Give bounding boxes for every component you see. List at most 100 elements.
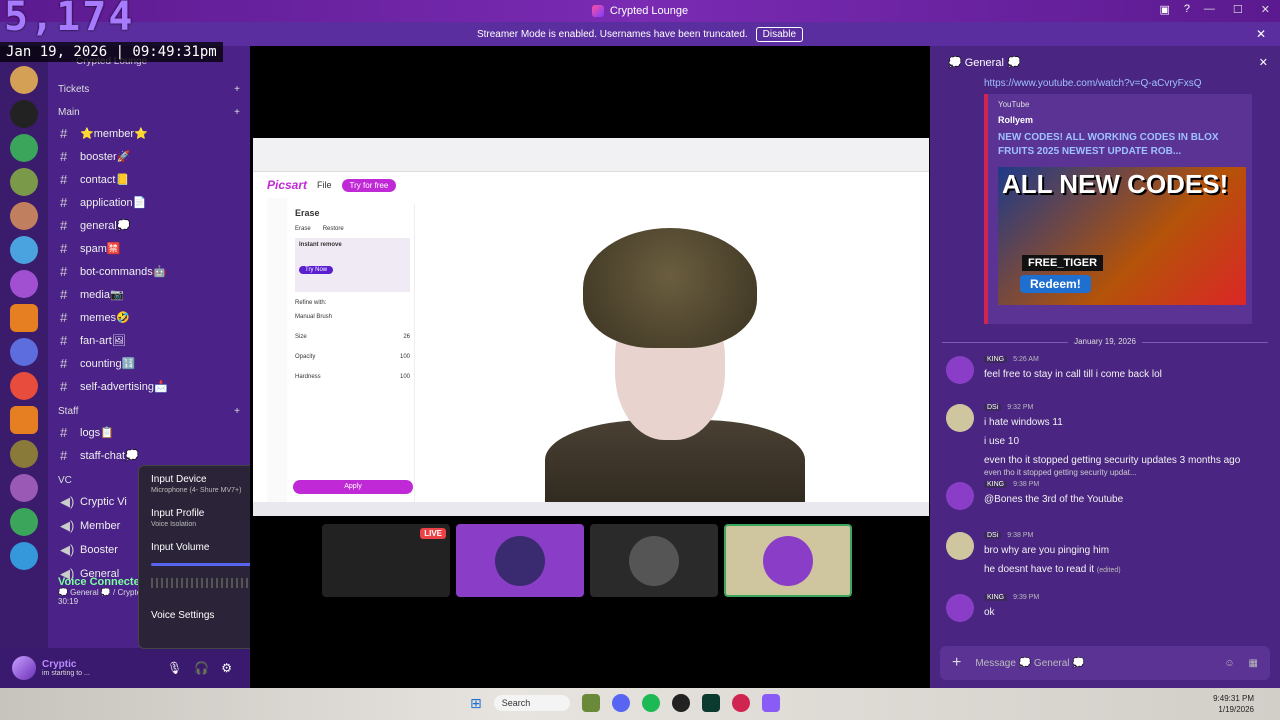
channel-item[interactable]: # logs📋: [48, 421, 250, 444]
message-text: he doesnt have to read it (edited): [984, 562, 1274, 578]
apply-button[interactable]: Apply: [293, 480, 413, 494]
avatar[interactable]: [946, 482, 974, 510]
hardness-value: 100: [399, 374, 410, 380]
channel-item[interactable]: # spam🈲: [48, 237, 250, 260]
shared-screen[interactable]: Picsart File Try for free Erase Erase Res…: [253, 138, 929, 516]
try-free-button[interactable]: Try for free: [341, 178, 397, 192]
user-panel: Cryptic im starting to ... 🎙 🎧 ⚙: [0, 648, 250, 688]
message-input[interactable]: Message 💭 General 💭: [975, 658, 1084, 669]
message-line: feel free to stay in call till i come ba…: [984, 369, 1162, 380]
category-staff[interactable]: Staff +: [48, 402, 250, 421]
embed-author[interactable]: Rollyem: [998, 115, 1242, 125]
restore-tab[interactable]: Restore: [323, 226, 344, 232]
spotify-icon[interactable]: [642, 694, 661, 712]
category-main[interactable]: Main +: [48, 103, 250, 122]
embed-title[interactable]: NEW CODES! ALL WORKING CODES IN BLOX FRU…: [998, 131, 1242, 159]
brush-select[interactable]: Manual Brush: [295, 314, 410, 320]
add-channel-icon[interactable]: +: [234, 84, 240, 95]
size-row[interactable]: Size 26: [295, 334, 410, 340]
headphones-icon[interactable]: 🎧: [194, 661, 209, 675]
avatar[interactable]: [946, 594, 974, 622]
hardness-row[interactable]: Hardness 100: [295, 374, 410, 380]
app-icon[interactable]: [702, 694, 721, 712]
help-icon[interactable]: ?: [1184, 3, 1190, 16]
participant-tile-speaking[interactable]: [724, 524, 852, 597]
channel-item[interactable]: # booster🚀: [48, 145, 250, 168]
server-icon[interactable]: [10, 474, 38, 502]
video-thumbnail[interactable]: ALL NEW CODES! FREE_TIGER Redeem!: [998, 167, 1246, 305]
discord-icon[interactable]: [612, 694, 631, 712]
file-menu[interactable]: File: [317, 180, 332, 190]
server-icon[interactable]: [10, 508, 38, 536]
minimize-icon[interactable]: —: [1204, 3, 1215, 16]
maximize-icon[interactable]: ☐: [1233, 3, 1243, 16]
apps-icon[interactable]: ▦: [1249, 658, 1258, 669]
channel-label: contact📒: [80, 174, 130, 186]
channel-item[interactable]: # staff-chat💭: [48, 444, 250, 467]
inbox-icon[interactable]: ▣: [1159, 3, 1169, 16]
channel-label: Booster: [80, 544, 118, 556]
app-icon[interactable]: [672, 694, 691, 712]
channel-item[interactable]: # memes🤣: [48, 306, 250, 329]
server-icon[interactable]: [10, 202, 38, 230]
avatar[interactable]: [12, 656, 36, 680]
message-text: i hate windows 11: [984, 415, 1274, 430]
microphone-icon[interactable]: 🎙: [167, 661, 182, 675]
opera-icon[interactable]: [732, 694, 751, 712]
server-icon[interactable]: [10, 134, 38, 162]
erase-tab[interactable]: Erase: [295, 226, 311, 232]
add-channel-icon[interactable]: +: [234, 107, 240, 118]
server-icon[interactable]: [10, 304, 38, 332]
participant-tile[interactable]: [590, 524, 718, 597]
server-icon[interactable]: [10, 372, 38, 400]
category-tickets[interactable]: Tickets +: [48, 80, 250, 99]
thumbnail-code: FREE_TIGER: [1022, 255, 1104, 271]
start-icon[interactable]: ⊞: [470, 695, 482, 712]
thumbnail-redeem: Redeem!: [1020, 275, 1091, 293]
server-icon[interactable]: [10, 542, 38, 570]
try-now-button[interactable]: Try Now: [299, 266, 334, 274]
reply-preview[interactable]: even tho it stopped getting security upd…: [984, 468, 1274, 477]
channel-item[interactable]: # media📷: [48, 283, 250, 306]
channel-item[interactable]: # general💭: [48, 214, 250, 237]
channel-item[interactable]: # ⭐member⭐: [48, 122, 250, 145]
add-attachment-icon[interactable]: +: [952, 654, 961, 672]
avatar[interactable]: [946, 404, 974, 432]
channel-item[interactable]: # bot-commands🤖: [48, 260, 250, 283]
channel-label: spam🈲: [80, 243, 121, 255]
participant-tile[interactable]: [456, 524, 584, 597]
channel-item[interactable]: # application📄: [48, 191, 250, 214]
gear-icon[interactable]: ⚙: [221, 661, 232, 675]
taskbar-clock[interactable]: 9:49:31 PM 1/19/2026: [1213, 693, 1254, 715]
tool-rail: [267, 198, 287, 508]
message-composer[interactable]: + Message 💭 General 💭 ☺ ▦: [940, 646, 1270, 680]
channel-item[interactable]: # counting🔢: [48, 352, 250, 375]
avatar[interactable]: [946, 532, 974, 560]
emoji-icon[interactable]: ☺: [1224, 658, 1234, 669]
app-icon[interactable]: [762, 694, 781, 712]
taskbar-search[interactable]: Search: [493, 695, 571, 711]
close-icon[interactable]: ✕: [1259, 56, 1268, 69]
close-banner-icon[interactable]: ✕: [1256, 27, 1266, 41]
app-icon[interactable]: [582, 694, 601, 712]
server-icon[interactable]: [10, 100, 38, 128]
shared-screen-taskbar: [253, 502, 929, 516]
avatar[interactable]: [946, 356, 974, 384]
stream-tile[interactable]: LIVE: [322, 524, 450, 597]
server-icon[interactable]: [10, 270, 38, 298]
opacity-row[interactable]: Opacity 100: [295, 354, 410, 360]
server-icon[interactable]: [10, 406, 38, 434]
server-icon[interactable]: [10, 440, 38, 468]
server-icon[interactable]: [10, 338, 38, 366]
channel-item[interactable]: # contact📒: [48, 168, 250, 191]
channel-item[interactable]: # fan-art🖼: [48, 329, 250, 352]
server-icon[interactable]: [10, 236, 38, 264]
server-icon[interactable]: [10, 168, 38, 196]
disable-button[interactable]: Disable: [755, 26, 804, 42]
close-icon[interactable]: ✕: [1261, 3, 1270, 16]
server-icon[interactable]: [10, 66, 38, 94]
channel-item[interactable]: # self-advertising📩: [48, 375, 250, 398]
photo-helmet: [583, 228, 757, 348]
youtube-link[interactable]: https://www.youtube.com/watch?v=Q-aCvryF…: [930, 78, 1280, 89]
add-channel-icon[interactable]: +: [234, 406, 240, 417]
